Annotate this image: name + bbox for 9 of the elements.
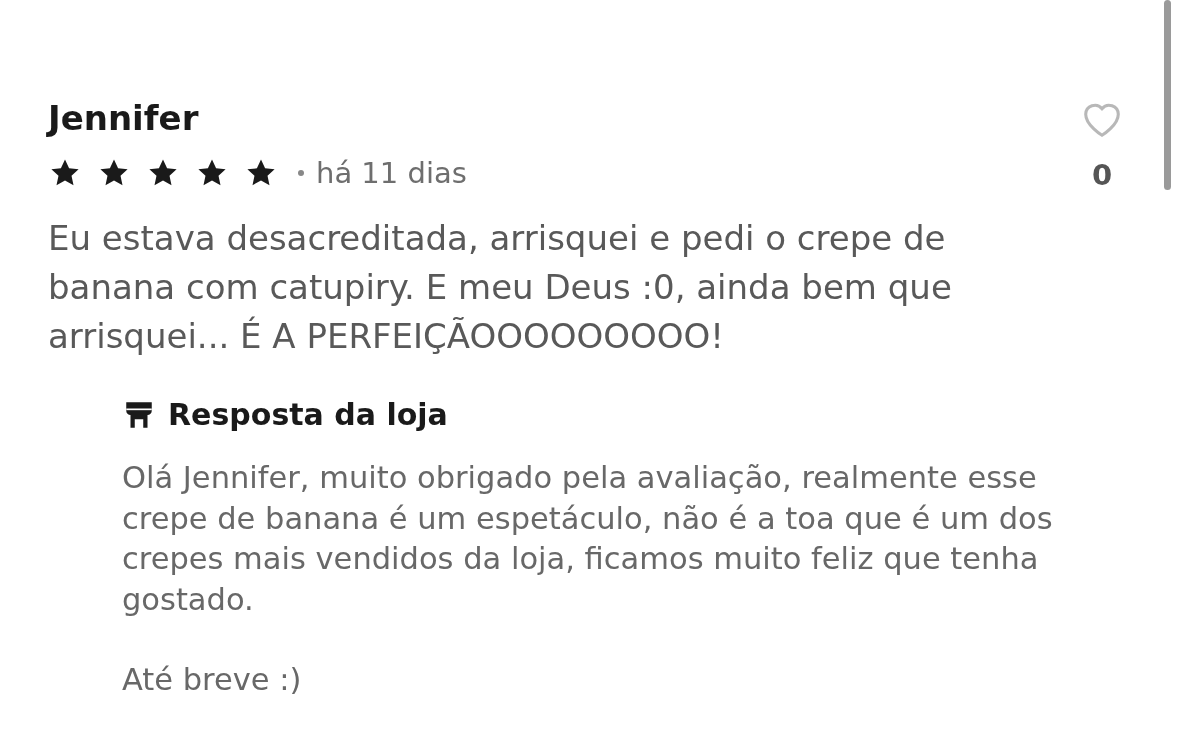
- review-time: há 11 dias: [316, 156, 467, 190]
- reply-title: Resposta da loja: [168, 397, 448, 432]
- reply-text: Olá Jennifer, muito obrigado pela avaliação, realmente esse crepe de banana é um espetáculo, não é a toa que é um dos crepes mais vendidos da loja, ficamos muito feliz que tenha gostado.: [122, 459, 1054, 619]
- separator-dot: [298, 170, 304, 176]
- reply-text: Até breve :): [122, 661, 303, 699]
- like-count: 0: [1091, 158, 1113, 192]
- review-text: Eu estava desacreditada, arrisquei e pedi o crepe de banana com catupiry. E meu Deus :0, ainda bem que arrisquei... É A PERFEIÇÃOOOOOOOOO!: [48, 217, 953, 358]
- scrollbar[interactable]: [1164, 0, 1171, 190]
- reviewer-name: Jennifer: [48, 97, 200, 140]
